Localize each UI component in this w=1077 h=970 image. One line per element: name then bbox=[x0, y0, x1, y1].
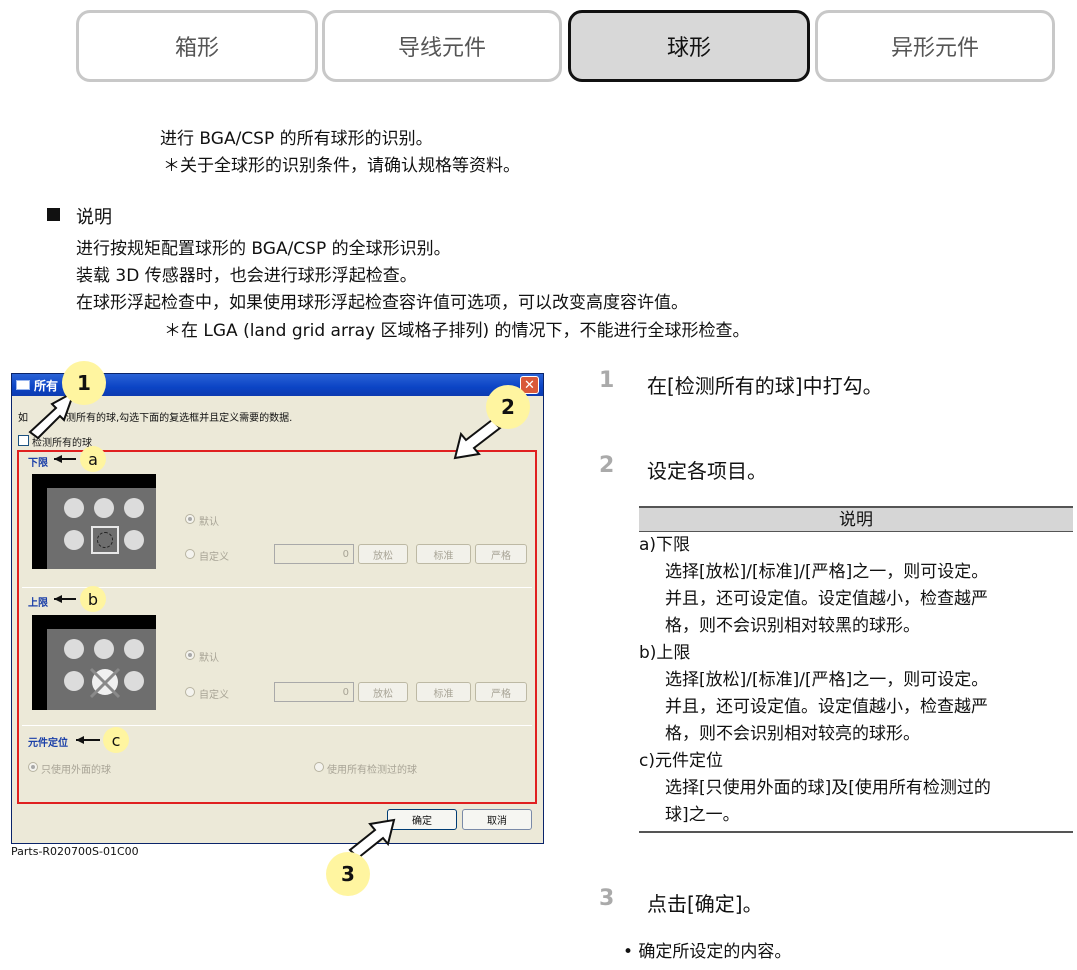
desc-line: 选择[只使用外面的球]及[使用所有检测过的 bbox=[665, 778, 991, 798]
arrow-2-icon bbox=[453, 418, 502, 460]
desc-line: 并且，还可设定值。设定值越小，检查越严 bbox=[665, 697, 988, 717]
callout-1: 1 bbox=[62, 361, 106, 405]
desc-line: 格，则不会识别相对较亮的球形。 bbox=[665, 724, 920, 744]
desc-line: 球]之一。 bbox=[665, 805, 740, 825]
desc-line: 格，则不会识别相对较黑的球形。 bbox=[665, 616, 920, 636]
callout-3: 3 bbox=[326, 852, 370, 896]
step-2-text: 设定各项目。 bbox=[647, 459, 767, 483]
description-table: 说明 a)下限 选择[放松]/[标准]/[严格]之一，则可设定。 并且，还可设定… bbox=[639, 506, 1073, 833]
callout-c: c bbox=[103, 727, 129, 753]
step-3-number: 3 bbox=[599, 886, 615, 911]
step-1-text: 在[检测所有的球]中打勾。 bbox=[647, 374, 883, 398]
desc-line: 选择[放松]/[标准]/[严格]之一，则可设定。 bbox=[665, 562, 989, 582]
desc-line: c)元件定位 bbox=[639, 751, 723, 771]
arrow-3-icon bbox=[348, 818, 396, 860]
desc-line: a)下限 bbox=[639, 535, 691, 555]
step-1-number: 1 bbox=[599, 368, 615, 393]
description-bottom-rule bbox=[639, 831, 1073, 833]
callout-a: a bbox=[80, 446, 106, 472]
callout-2: 2 bbox=[486, 385, 530, 429]
step-3-text: 点击[确定]。 bbox=[647, 892, 763, 916]
desc-line: 选择[放松]/[标准]/[严格]之一，则可设定。 bbox=[665, 670, 989, 690]
desc-line: 并且，还可设定值。设定值越小，检查越严 bbox=[665, 589, 988, 609]
arrow-1-icon bbox=[28, 389, 76, 440]
step-2-number: 2 bbox=[599, 453, 615, 478]
callout-b: b bbox=[80, 586, 106, 612]
confirm-note: • 确定所设定的内容。 bbox=[623, 942, 792, 962]
description-header: 说明 bbox=[639, 506, 1073, 532]
desc-line: b)上限 bbox=[639, 643, 691, 663]
